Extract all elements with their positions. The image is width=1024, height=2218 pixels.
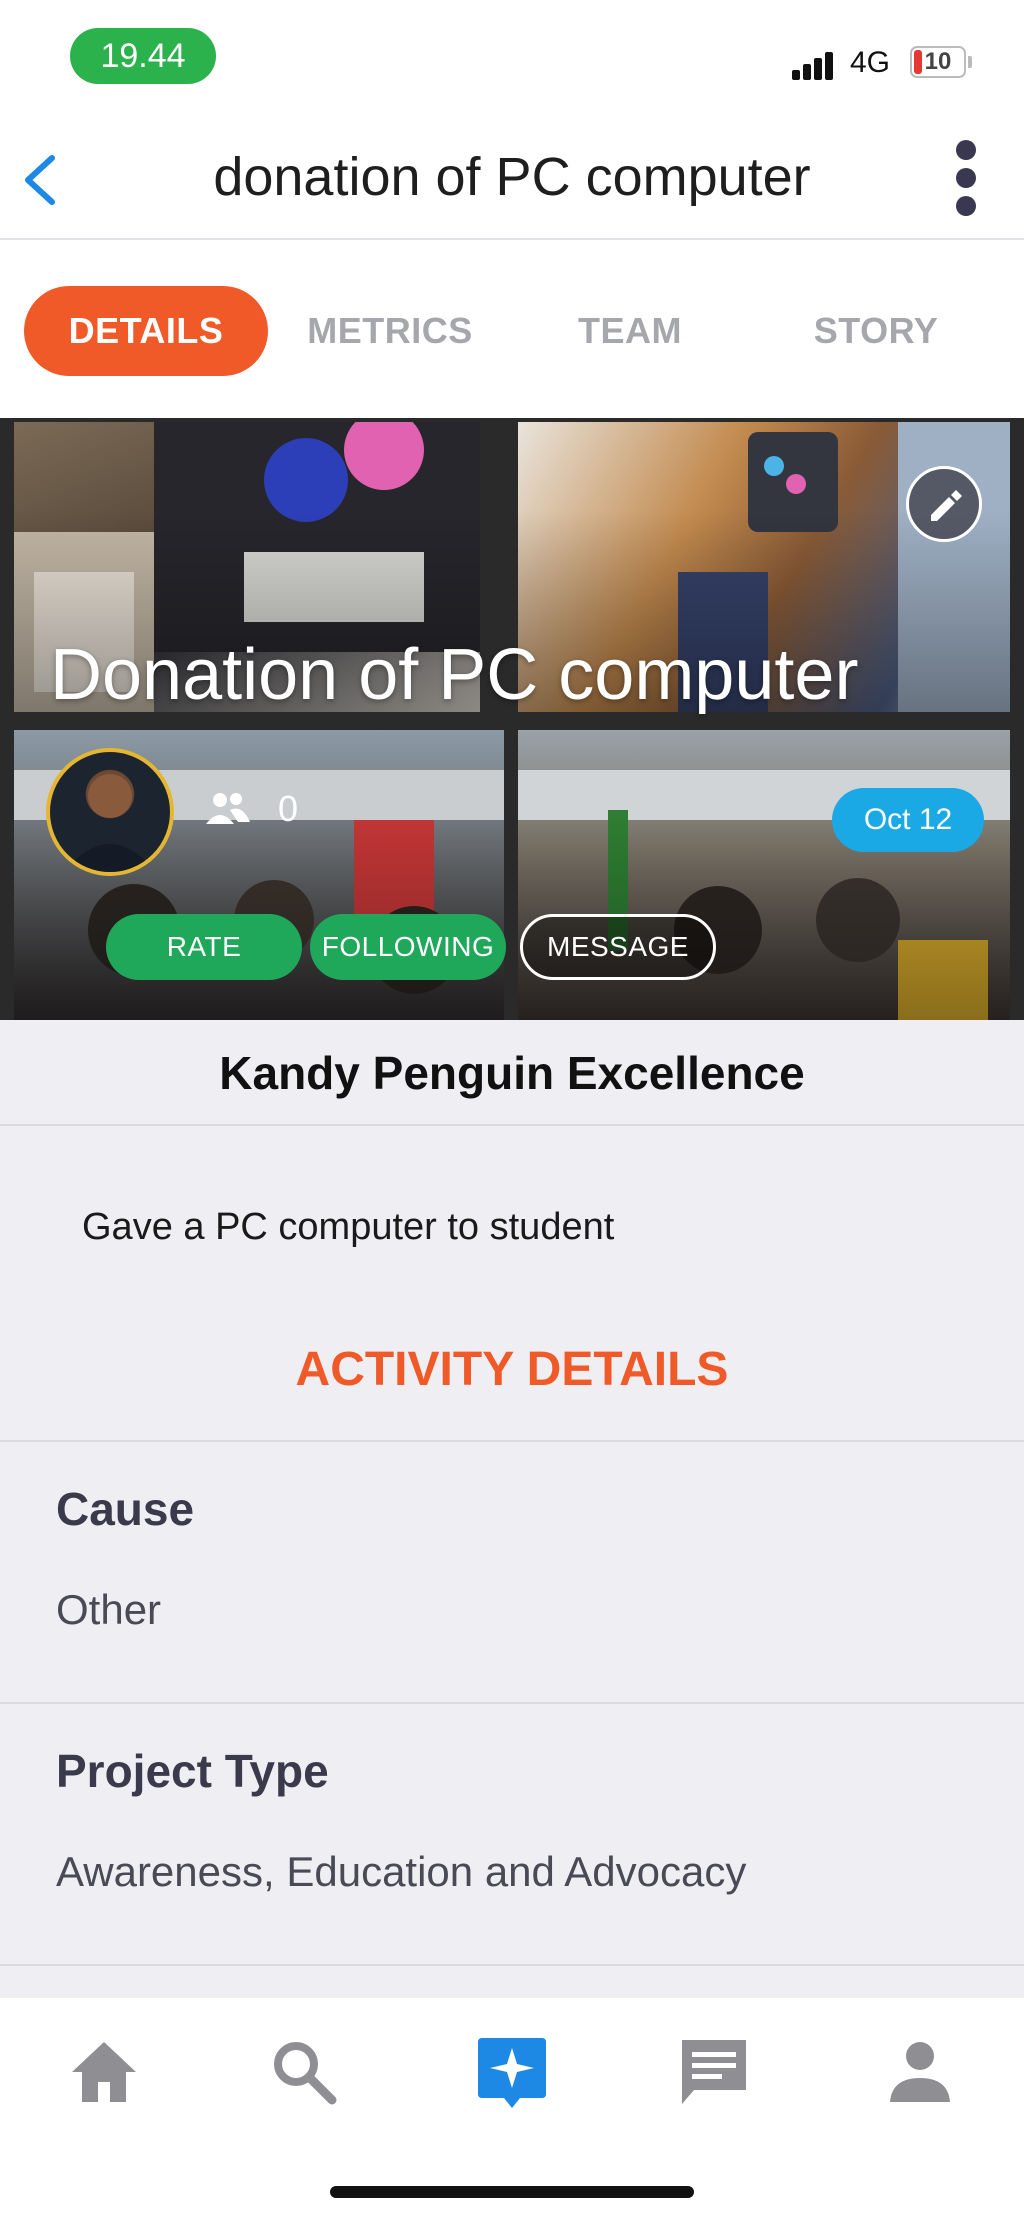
tab-bar: DETAILS METRICS TEAM STORY: [0, 240, 1024, 420]
app-header: donation of PC computer: [0, 120, 1024, 240]
organization-name[interactable]: Kandy Penguin Excellence: [0, 1020, 1024, 1126]
tab-metrics[interactable]: METRICS: [290, 286, 490, 376]
nav-messages[interactable]: [674, 2032, 754, 2112]
more-options-button[interactable]: [948, 138, 988, 222]
message-button[interactable]: MESSAGE: [520, 914, 716, 980]
nav-profile[interactable]: [880, 2032, 960, 2112]
section-title: ACTIVITY DETAILS: [295, 1343, 729, 1396]
field-value-project-type: Awareness, Education and Advocacy: [56, 1848, 747, 1895]
nav-activity[interactable]: [472, 2032, 552, 2112]
tab-details[interactable]: DETAILS: [24, 286, 268, 376]
home-icon: [72, 2042, 136, 2102]
back-button[interactable]: [14, 150, 74, 210]
status-bar: 19.44 4G 10: [0, 0, 1024, 120]
bottom-nav: [0, 1998, 1024, 2218]
tab-story[interactable]: STORY: [776, 286, 976, 376]
pencil-icon: [931, 490, 962, 521]
rate-button[interactable]: RATE: [106, 914, 302, 980]
followers-icon: [206, 793, 250, 824]
chevron-left-icon: [25, 155, 55, 205]
nav-home[interactable]: [64, 2032, 144, 2112]
divider: [0, 1964, 1024, 1966]
network-type: 4G: [850, 46, 891, 79]
nav-search[interactable]: [264, 2032, 344, 2112]
edit-button[interactable]: [906, 466, 982, 542]
profile-icon: [890, 2042, 950, 2102]
home-indicator: [330, 2186, 694, 2198]
follower-count: 0: [278, 788, 299, 829]
field-label-project-type: Project Type: [56, 1745, 329, 1797]
field-value-cause: Other: [56, 1586, 162, 1633]
activity-icon: [478, 2038, 546, 2108]
battery-icon: 10: [910, 46, 966, 78]
battery-tip: [968, 56, 972, 68]
field-label-cause: Cause: [56, 1483, 195, 1535]
tab-team[interactable]: TEAM: [530, 286, 730, 376]
avatar[interactable]: [46, 748, 174, 876]
messages-icon: [682, 2040, 746, 2104]
search-icon: [274, 2042, 337, 2105]
hero-title: Donation of PC computer: [50, 635, 859, 715]
date-badge: Oct 12: [832, 788, 984, 852]
status-time: 19.44: [70, 28, 216, 84]
activity-hero: Donation of PC computer 0 Oct 12 RATE FO…: [0, 418, 1024, 1020]
page-title: donation of PC computer: [213, 147, 811, 207]
signal-icon: [792, 50, 838, 80]
more-vertical-icon: [956, 140, 976, 160]
activity-details: Kandy Penguin Excellence Gave a PC compu…: [0, 1020, 1024, 2000]
divider: [0, 1440, 1024, 1442]
divider: [0, 1702, 1024, 1704]
following-button[interactable]: FOLLOWING: [310, 914, 506, 980]
avatar-image: [64, 774, 156, 872]
battery-level: 10: [924, 48, 952, 75]
activity-description: Gave a PC computer to student: [82, 1206, 615, 1248]
